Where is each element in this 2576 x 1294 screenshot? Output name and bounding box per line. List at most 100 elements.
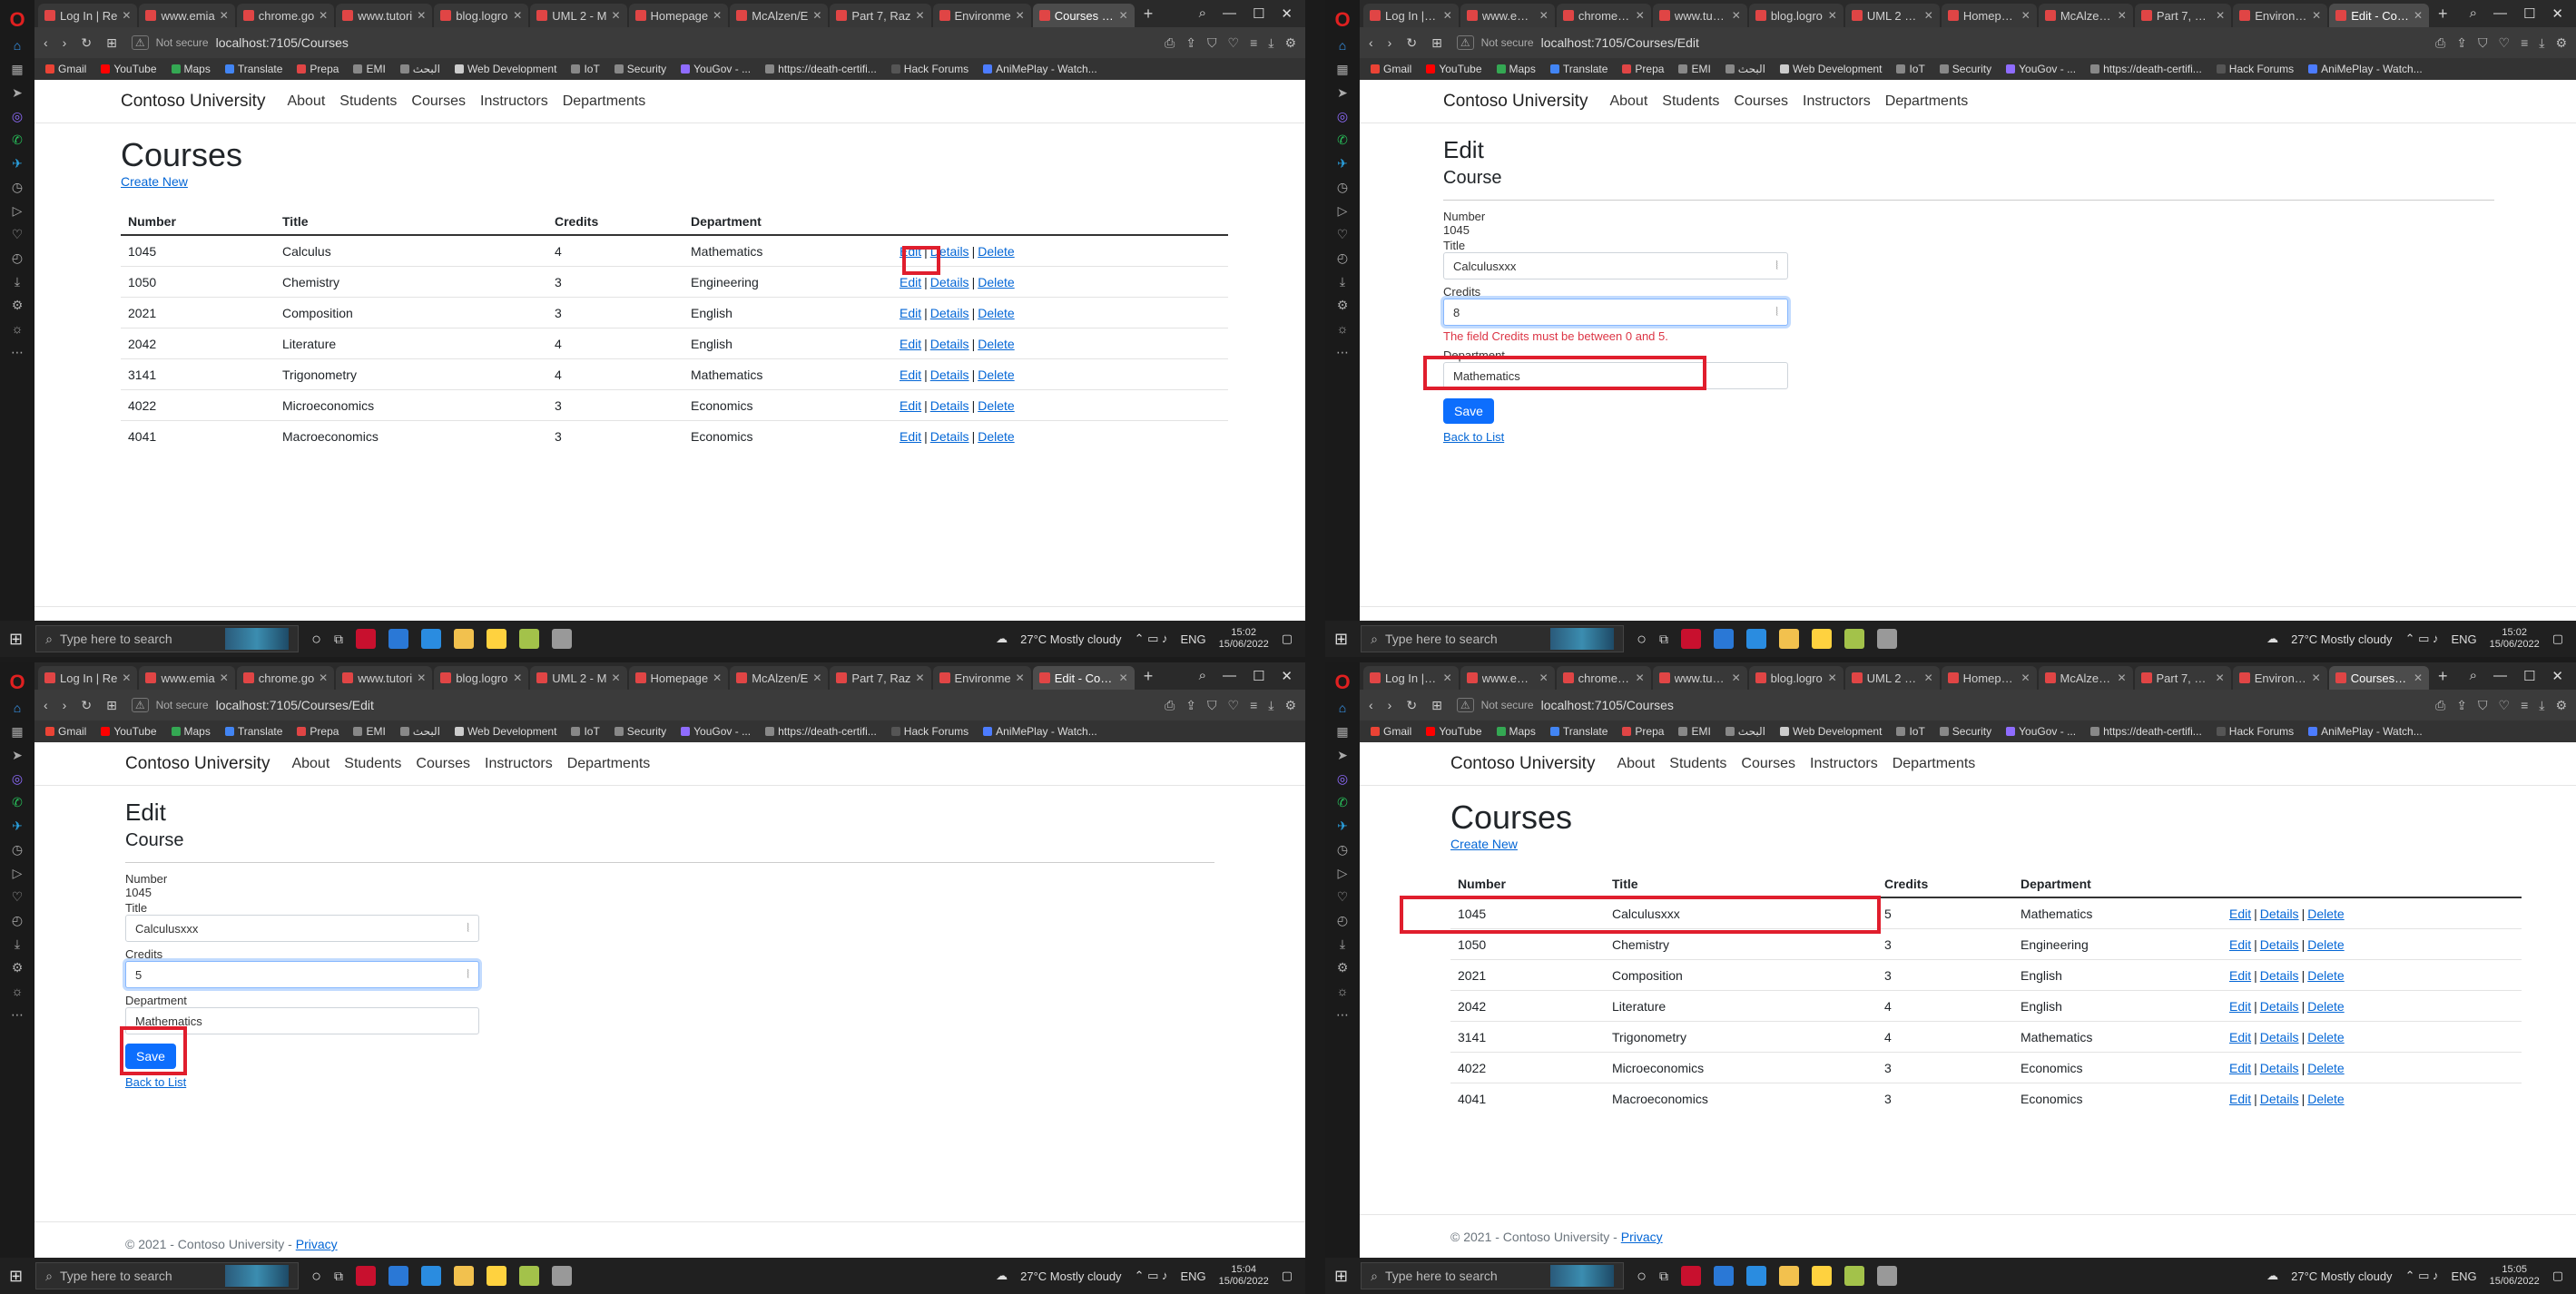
privacy-link[interactable]: Privacy [296,1237,338,1251]
close-icon[interactable]: ✕ [319,672,328,684]
bookmark-item[interactable]: https://death-certifi... [2090,725,2202,738]
paint-taskbar-icon[interactable] [1844,629,1864,649]
bookmark-item[interactable]: YouGov - ... [2006,63,2076,75]
telegram-icon[interactable]: ✈ [1333,817,1352,835]
bookmark-item[interactable]: Prepa [1622,63,1664,75]
browser-tab[interactable]: www.tutori ✕ [1652,4,1747,27]
news-icon[interactable]: ▦ [1333,722,1352,740]
edit-link[interactable]: Edit [2229,1030,2251,1044]
browser-tab[interactable]: blog.logro ✕ [434,4,529,27]
back-icon[interactable]: ‹ [1369,698,1373,712]
nav-link[interactable]: Students [1669,756,1726,772]
heart-icon[interactable]: ♡ [1228,35,1240,51]
details-link[interactable]: Details [2260,1092,2299,1106]
close-icon[interactable]: ✕ [915,672,924,684]
details-link[interactable]: Details [2260,907,2299,921]
close-icon[interactable]: ✕ [1539,9,1549,22]
close-window-button[interactable]: ✕ [1281,668,1293,684]
close-icon[interactable]: ✕ [122,672,131,684]
close-icon[interactable]: ✕ [319,9,328,22]
settings-icon[interactable]: ⚙ [1284,698,1296,713]
download-icon[interactable]: ⤓ [8,272,26,290]
browser-tab[interactable]: Homepage ✕ [628,666,729,690]
browser-tab[interactable]: www.tutori ✕ [336,4,433,27]
bookmark-item[interactable]: EMI [1678,63,1711,75]
bookmark-item[interactable]: IoT [1896,725,1925,738]
heart-icon[interactable]: ♡ [2499,698,2511,713]
bookmark-item[interactable]: Translate [224,725,282,738]
notifications-icon[interactable]: ▢ [2552,632,2563,646]
more-icon[interactable]: ⋯ [8,1005,26,1024]
nav-link[interactable]: Courses [416,756,470,772]
bookmark-item[interactable]: Hack Forums [890,725,968,738]
bookmark-item[interactable]: AniMePlay - Watch... [983,63,1097,75]
menu-icon[interactable]: ≡ [1250,35,1257,51]
bookmark-item[interactable]: Hack Forums [890,63,968,75]
grid-icon[interactable]: ⊞ [1431,698,1442,713]
browser-tab[interactable]: Part 7, Raz ✕ [830,666,931,690]
language-indicator[interactable]: ENG [2451,632,2476,646]
close-icon[interactable]: ✕ [1732,672,1741,684]
details-link[interactable]: Details [930,398,969,413]
paint-taskbar-icon[interactable] [1844,1266,1864,1286]
close-icon[interactable]: ✕ [1924,672,1933,684]
taskbar-search[interactable]: ⌕ Type here to search [35,1262,300,1289]
download-icon[interactable]: ⤓ [2539,35,2544,51]
nav-link[interactable]: Departments [1885,93,1969,110]
browser-tab[interactable]: blog.logro ✕ [1748,4,1844,27]
messenger-icon[interactable]: ◎ [8,107,26,125]
close-icon[interactable]: ✕ [513,9,522,22]
player-icon[interactable]: ▷ [8,201,26,220]
bookmark-item[interactable]: YouTube [1426,63,1482,75]
new-tab-icon[interactable]: + [1136,5,1161,24]
search-icon[interactable]: ⌕ [2470,668,2477,684]
close-icon[interactable]: ✕ [2414,9,2423,22]
back-icon[interactable]: ‹ [1369,35,1373,50]
tray-icons[interactable]: ⌃ ▭ ♪ [1135,632,1168,646]
nav-link[interactable]: Courses [1734,93,1788,110]
delete-link[interactable]: Delete [978,275,1014,289]
player-icon[interactable]: ▷ [1333,864,1352,882]
arrow-icon[interactable]: ➤ [1333,746,1352,764]
shield-icon[interactable]: ⛉ [2478,698,2488,713]
bookmark-item[interactable]: Web Development [1779,725,1882,738]
browser-tab[interactable]: Environme ✕ [2232,666,2327,690]
bookmark-item[interactable]: البحث [1725,725,1765,738]
close-icon[interactable]: ✕ [1016,672,1025,684]
windows-start-icon[interactable]: ⊞ [9,630,23,649]
edit-link[interactable]: Edit [2229,968,2251,983]
taskbar-search[interactable]: ⌕ Type here to search [35,625,300,652]
close-icon[interactable]: ✕ [1016,9,1025,22]
browser-tab[interactable]: chrome.go ✕ [236,4,335,27]
bookmark-item[interactable]: IoT [571,725,600,738]
tray-icons[interactable]: ⌃ ▭ ♪ [2405,632,2439,646]
new-tab-icon[interactable]: + [2431,667,2455,686]
home-icon[interactable]: ⌂ [8,36,26,54]
arrow-icon[interactable]: ➤ [1333,83,1352,102]
new-tab-icon[interactable]: + [1136,667,1161,686]
details-link[interactable]: Details [930,275,969,289]
minimize-button[interactable]: — [2493,5,2507,22]
player-icon[interactable]: ▷ [1333,201,1352,220]
browser-tab-active[interactable]: Courses - C ✕ [1032,4,1135,27]
browser-tab[interactable]: Environme ✕ [2233,4,2328,27]
minimize-button[interactable]: — [2493,668,2507,684]
site-brand[interactable]: Contoso University [125,754,270,774]
bookmark-item[interactable]: Gmail [45,63,86,75]
close-icon[interactable]: ✕ [2020,672,2030,684]
browser-tab[interactable]: chrome.go ✕ [236,666,335,690]
close-icon[interactable]: ✕ [2312,672,2321,684]
weather-text[interactable]: 27°C Mostly cloudy [2291,632,2392,646]
camera-icon[interactable]: ⎙ [1165,698,1175,713]
back-to-list-link[interactable]: Back to List [125,1075,186,1089]
delete-link[interactable]: Delete [978,244,1014,259]
menu-icon[interactable]: ≡ [2521,698,2528,713]
taskbar-search[interactable]: ⌕ Type here to search [1361,1262,1625,1289]
browser-tab[interactable]: Environme ✕ [932,4,1031,27]
url-field[interactable]: ⚠ Not secure localhost:7105/Courses/Edit [1456,35,2421,50]
settings-icon[interactable]: ⚙ [1333,296,1352,314]
clock[interactable]: 15:02 15/06/2022 [1219,627,1269,651]
edit-link[interactable]: Edit [2229,1092,2251,1106]
db-taskbar-icon[interactable] [1876,629,1897,649]
autofill-icon[interactable]: ⦚ [467,967,469,982]
